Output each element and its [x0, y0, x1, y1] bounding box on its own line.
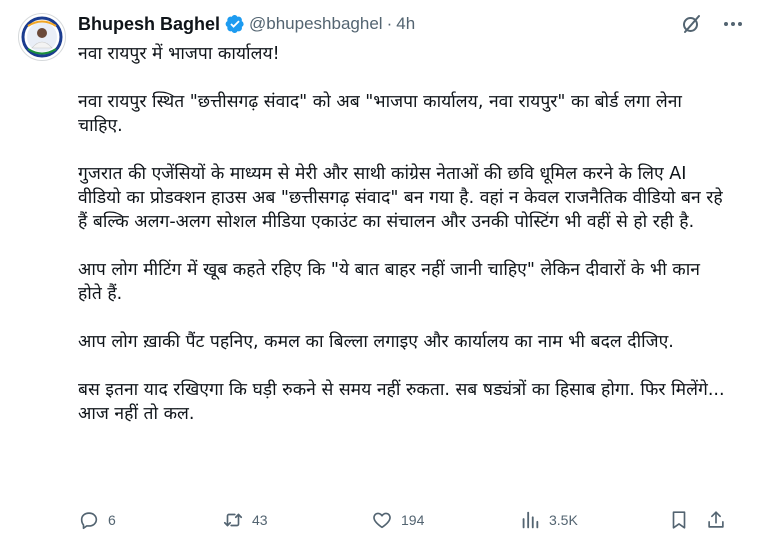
views-count: 3.5K: [549, 512, 578, 528]
bookmark-icon: [668, 509, 690, 531]
tweet-header: Bhupesh Baghel @bhupeshbaghel · 4h: [78, 12, 415, 36]
more-options-icon[interactable]: [721, 12, 745, 36]
separator-dot: ·: [386, 14, 393, 33]
views-button[interactable]: 3.5K: [519, 505, 578, 535]
like-button[interactable]: 194: [371, 505, 424, 535]
retweet-icon: [222, 509, 244, 531]
share-button[interactable]: [705, 505, 727, 535]
reply-icon: [78, 509, 100, 531]
retweet-count: 43: [252, 512, 268, 528]
bookmark-button[interactable]: [668, 505, 690, 535]
views-chart-icon: [519, 509, 541, 531]
tweet-text: नवा रायपुर में भाजपा कार्यालय! नवा रायपु…: [78, 42, 728, 426]
reply-count: 6: [108, 512, 116, 528]
tweet-actions-bar: 6 43 194 3.5K: [78, 505, 728, 535]
heart-icon: [371, 509, 393, 531]
tweet-card[interactable]: Bhupesh Baghel @bhupeshbaghel · 4h नवा र…: [0, 0, 767, 547]
profile-photo-icon[interactable]: [18, 13, 66, 61]
author-handle[interactable]: @bhupeshbaghel: [249, 14, 383, 34]
grok-icon[interactable]: [679, 12, 703, 36]
tweet-paragraph: आप लोग ख़ाकी पैंट पहनिए, कमल का बिल्ला ल…: [78, 332, 674, 352]
tweet-paragraph: आप लोग मीटिंग में खूब कहते रहिए कि "ये ब…: [78, 260, 700, 304]
like-count: 194: [401, 512, 425, 528]
tweet-paragraph: बस इतना याद रखिएगा कि घड़ी रुकने से समय …: [78, 380, 725, 424]
verified-badge-icon[interactable]: [225, 14, 245, 34]
top-actions: [679, 12, 745, 36]
reply-button[interactable]: 6: [78, 505, 116, 535]
retweet-button[interactable]: 43: [222, 505, 268, 535]
tweet-paragraph: नवा रायपुर स्थित "छत्तीसगढ़ संवाद" को अब…: [78, 92, 682, 136]
tweet-paragraph: नवा रायपुर में भाजपा कार्यालय!: [78, 44, 280, 64]
share-icon: [705, 509, 727, 531]
tweet-paragraph: गुजरात की एजेंसियों के माध्यम से मेरी और…: [78, 164, 723, 232]
timestamp[interactable]: 4h: [396, 14, 415, 34]
author-name[interactable]: Bhupesh Baghel: [78, 14, 220, 35]
